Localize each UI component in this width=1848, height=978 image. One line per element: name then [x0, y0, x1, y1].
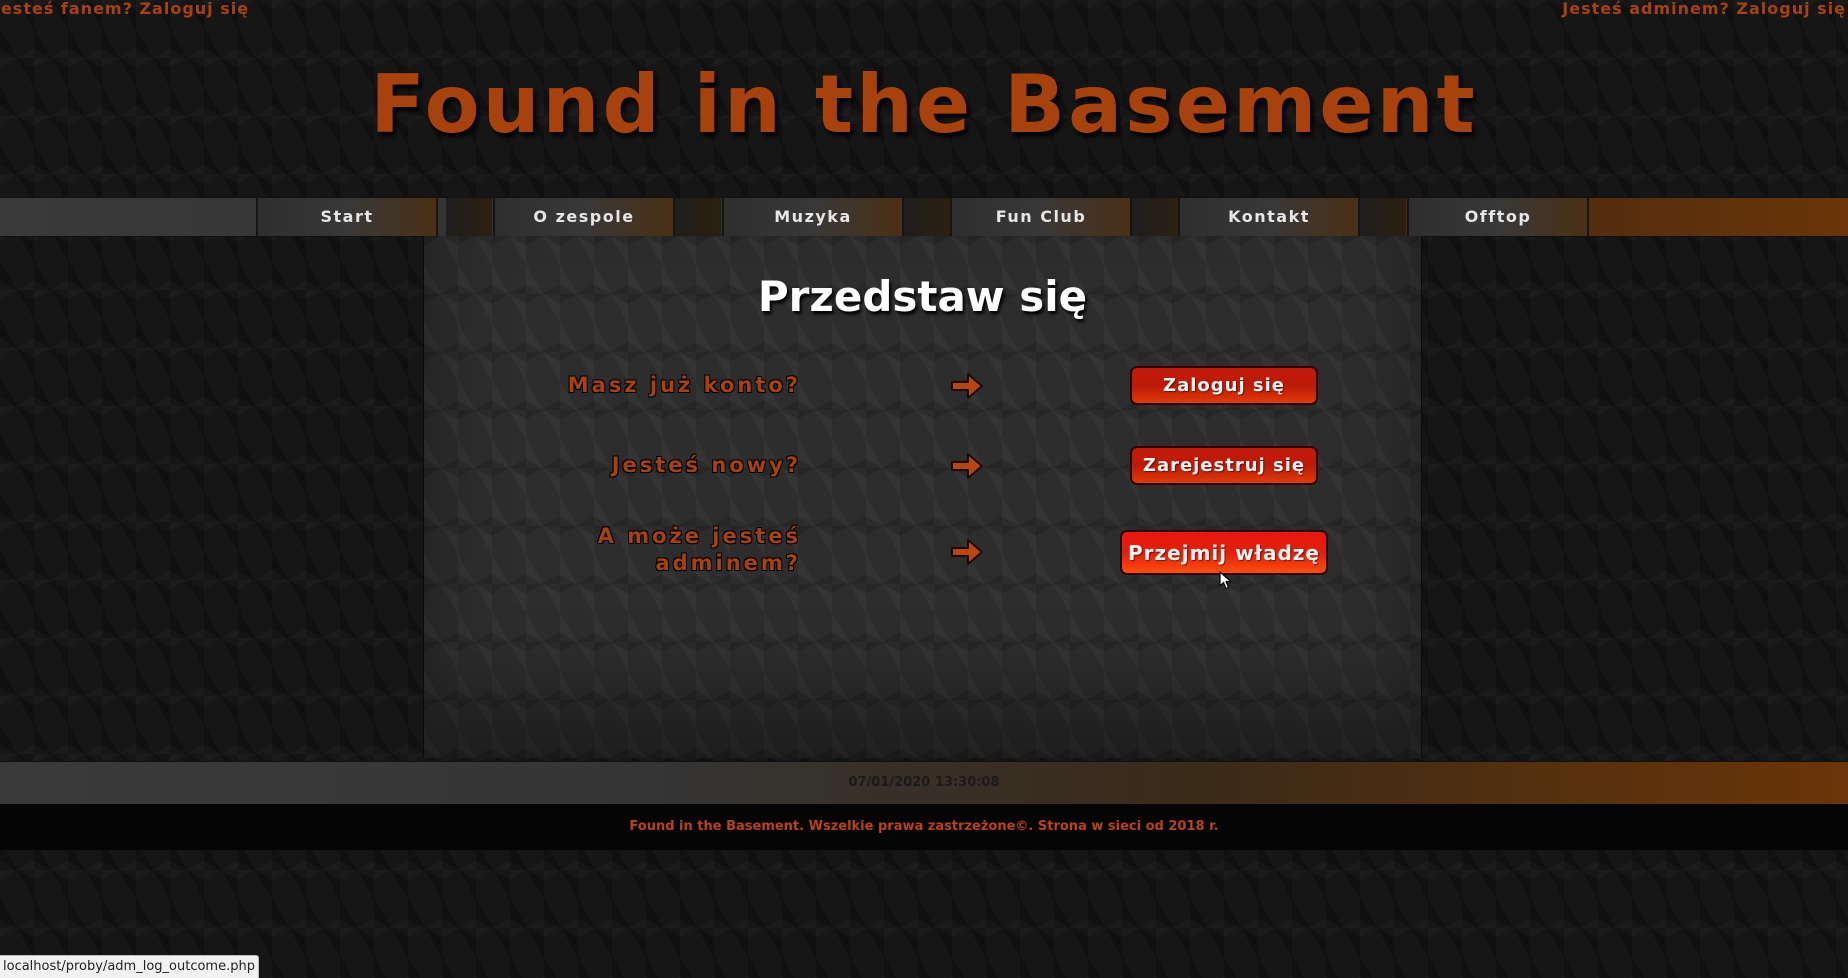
fan-login-link[interactable]: Jesteś fanem? Zaloguj się [0, 0, 249, 18]
nav-divider [1360, 198, 1406, 236]
mouse-cursor-icon [1219, 571, 1232, 590]
admin-login-link[interactable]: Jesteś adminem? Zaloguj się [1562, 0, 1846, 18]
nav-item-o-zespole[interactable]: O zespole [493, 198, 675, 236]
arrow-right-icon [951, 373, 983, 399]
register-button[interactable]: Zarejestruj się [1130, 446, 1318, 485]
login-button[interactable]: Zaloguj się [1130, 366, 1318, 405]
new-user-label: Jesteś nowy? [611, 453, 801, 477]
nav-item-offtop[interactable]: Offtop [1407, 198, 1589, 236]
footer-copyright: Found in the Basement. Wszelkie prawa za… [629, 819, 1219, 834]
status-bar-url: localhost/proby/adm_log_outcome.php [0, 955, 259, 978]
nav-divider [675, 198, 721, 236]
nav-item-muzyka[interactable]: Muzyka [722, 198, 904, 236]
nav-item-start[interactable]: Start [256, 198, 438, 236]
arrow-right-icon [951, 539, 983, 565]
existing-account-label: Masz już konto? [567, 373, 801, 397]
date-time-bar: 07/01/2020 13:30:08 [0, 761, 1848, 804]
nav-divider [446, 198, 492, 236]
site-title: Found in the Basement [370, 58, 1478, 151]
admin-question-label: A może jesteś adminem? [597, 524, 801, 575]
nav-divider [1132, 198, 1178, 236]
nav-divider [904, 198, 950, 236]
take-over-admin-button[interactable]: Przejmij władzę [1120, 530, 1328, 575]
nav-item-kontakt[interactable]: Kontakt [1178, 198, 1360, 236]
footer: Found in the Basement. Wszelkie prawa za… [0, 804, 1848, 850]
nav-item-fun-club[interactable]: Fun Club [950, 198, 1132, 236]
current-datetime: 07/01/2020 13:30:08 [848, 775, 1000, 790]
login-choice-panel: Przedstaw się Masz już konto? Zaloguj si… [423, 236, 1422, 758]
panel-title: Przedstaw się [757, 272, 1088, 321]
main-nav: Start O zespole Muzyka Fun Club Kontakt … [0, 197, 1848, 237]
arrow-right-icon [951, 453, 983, 479]
